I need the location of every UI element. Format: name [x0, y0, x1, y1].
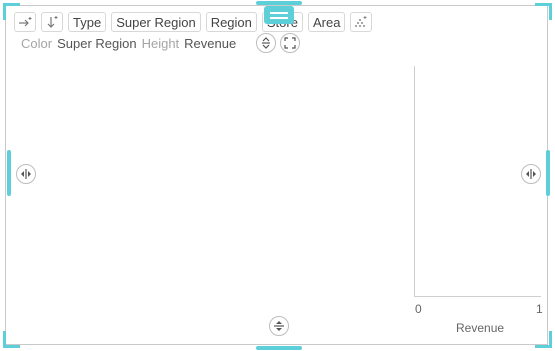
scatter-add-button[interactable] — [350, 12, 373, 32]
scatter-dots-icon — [355, 16, 367, 27]
variable-toolbar: Type Super Region Region Store Area — [14, 12, 373, 32]
chip-label: Region — [210, 14, 252, 30]
x-tick-max: 1 — [536, 302, 543, 316]
resize-horizontal-icon — [21, 169, 31, 179]
chip-label: Area — [312, 14, 341, 30]
x-axis-title: Revenue — [456, 321, 505, 335]
resize-handle-top-right[interactable] — [535, 3, 552, 20]
drag-handle[interactable] — [264, 6, 294, 24]
fullscreen-button[interactable] — [280, 33, 300, 53]
expand-vertical-icon — [274, 321, 284, 331]
resize-handle-bottom-left[interactable] — [3, 331, 20, 348]
variable-chip-region[interactable]: Region — [205, 12, 257, 32]
color-value[interactable]: Super Region — [57, 36, 137, 51]
resize-handle-bottom[interactable] — [256, 346, 302, 350]
height-label: Height — [141, 36, 180, 51]
expand-collapse-button[interactable] — [256, 33, 276, 53]
expand-vertical-icon — [262, 37, 270, 49]
visual-properties: Color Super Region Height Revenue — [21, 36, 236, 51]
resize-handle-right[interactable] — [546, 150, 550, 196]
resize-horizontal-icon — [526, 169, 536, 179]
variable-chip-super-region[interactable]: Super Region — [111, 12, 201, 32]
resize-handle-bottom-right[interactable] — [535, 331, 552, 348]
resize-handle-left[interactable] — [7, 150, 11, 196]
height-value[interactable]: Revenue — [184, 36, 236, 51]
chart-y-axis-line — [414, 66, 415, 296]
color-label: Color — [21, 36, 53, 51]
vertical-layout-button[interactable] — [41, 12, 63, 32]
arrow-down-plus-icon — [47, 16, 58, 28]
resize-height-bottom-button[interactable] — [269, 316, 289, 336]
chip-label: Type — [73, 14, 102, 30]
chip-label: Super Region — [116, 14, 196, 30]
x-tick-min: 0 — [415, 302, 422, 316]
horizontal-layout-button[interactable] — [14, 12, 36, 32]
resize-width-left-button[interactable] — [16, 164, 36, 184]
resize-handle-top[interactable] — [256, 1, 302, 5]
fullscreen-icon — [284, 37, 296, 49]
chart-x-axis-line — [414, 296, 541, 297]
variable-chip-area[interactable]: Area — [307, 12, 346, 32]
drag-handle-bar — [270, 11, 288, 14]
variable-chip-type[interactable]: Type — [68, 12, 107, 32]
visualization-canvas — [5, 5, 548, 345]
drag-handle-bar — [270, 16, 288, 19]
arrow-right-plus-icon — [19, 17, 32, 27]
resize-width-right-button[interactable] — [521, 164, 541, 184]
